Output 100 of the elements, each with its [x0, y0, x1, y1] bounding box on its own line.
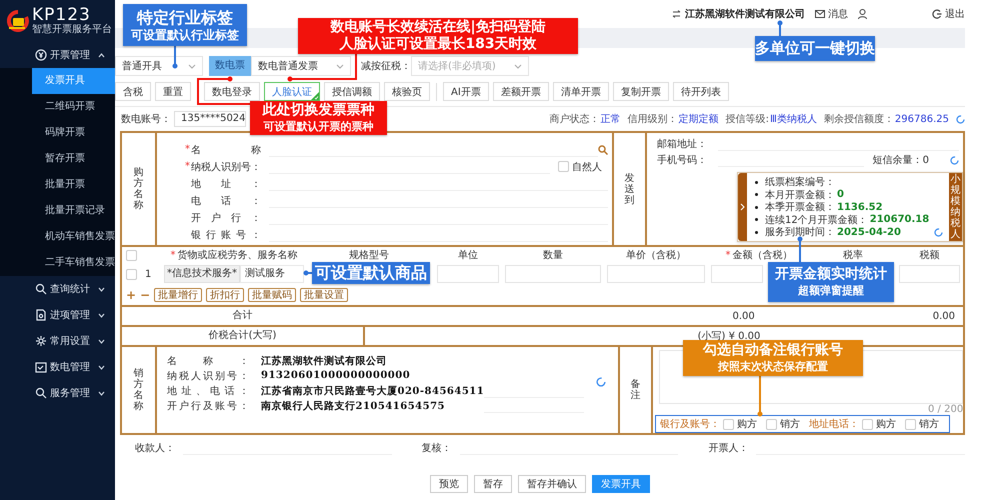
field-label: 开户行及账号：	[167, 400, 249, 412]
category-tag: *信息技术服务*	[164, 265, 240, 283]
field-label: 复核：	[422, 442, 452, 455]
menu-item[interactable]: 批量开票记录	[0, 198, 115, 224]
refresh-icon[interactable]	[950, 156, 959, 164]
field-value: 江苏省南京市只民路壹号大厦020-84564511	[261, 384, 484, 398]
toolbar-button[interactable]: 重置	[155, 82, 191, 101]
menu-group[interactable]: 开票管理	[0, 42, 115, 68]
bullet-icon	[755, 180, 758, 184]
column-header: 税率	[843, 248, 863, 262]
mode-select[interactable]: 普通开具	[115, 56, 203, 76]
toolbar-button[interactable]: 人脸认证	[264, 82, 320, 101]
checkbox[interactable]	[126, 268, 137, 280]
bullet-icon	[755, 230, 758, 234]
mail-icon	[815, 10, 825, 18]
batch-button[interactable]: 批量赋码	[248, 288, 296, 302]
account-field[interactable]: 135****5024	[174, 111, 246, 127]
menu-group[interactable]: 查询统计	[0, 276, 115, 302]
checkbox[interactable]	[862, 418, 874, 430]
search-icon[interactable]	[598, 144, 608, 154]
input-field[interactable]	[437, 265, 499, 283]
stat-label: 服务到期时间：	[765, 226, 835, 240]
toolbar-button[interactable]: 待开列表	[672, 82, 729, 101]
input-field[interactable]	[505, 265, 601, 283]
option-label: 地址电话：	[809, 418, 860, 431]
toolbar-button[interactable]: 授信调额	[324, 82, 380, 101]
callout-title: 此处切换发票票种	[262, 102, 374, 120]
field-label: 纳税人识别号：	[191, 160, 261, 174]
callout-subtitle: 可设置默认行业标签	[131, 28, 239, 42]
menu-item[interactable]: 批量开票	[0, 172, 115, 198]
checkbox[interactable]	[905, 418, 916, 430]
total-amount: 0.00	[732, 310, 755, 322]
toolbar-button[interactable]: AI开票	[443, 82, 489, 101]
batch-button[interactable]: 批量增行	[154, 288, 202, 302]
option-label: 银行及账号：	[660, 418, 720, 431]
invoice-type-select[interactable]: 数电普通发票	[251, 56, 351, 76]
toolbar-button[interactable]: 差额开票	[492, 82, 549, 101]
action-button[interactable]: 暂存并确认	[518, 475, 586, 493]
stat-value: 210670.18	[870, 214, 930, 226]
batch-button[interactable]: 折扣行	[206, 288, 244, 302]
logo-icon	[7, 10, 29, 32]
callout-title: 特定行业标签	[137, 8, 233, 28]
field-label: 邮箱地址：	[657, 138, 707, 151]
bullet-icon	[755, 206, 758, 209]
expand-tab[interactable]	[738, 173, 747, 241]
checkbox[interactable]	[558, 161, 569, 172]
status-link[interactable]: 定期定额	[678, 112, 719, 126]
logout-icon	[932, 9, 942, 19]
callout-subtitle: 人脸认证可设置最长183天时效	[339, 36, 537, 54]
callout-title: 可设置默认商品	[315, 263, 427, 283]
checkbox-label: 销方	[780, 418, 800, 431]
input-field[interactable]	[607, 265, 705, 283]
menu-group[interactable]: 数电管理	[0, 354, 115, 380]
gear-icon	[35, 335, 47, 347]
logout-link[interactable]: 退出	[932, 7, 965, 21]
checkbox[interactable]	[766, 418, 778, 430]
user-icon[interactable]	[858, 9, 867, 19]
status-link[interactable]: 296786.25	[894, 114, 949, 124]
checkbox[interactable]	[723, 418, 734, 430]
menu-group[interactable]: 服务管理	[0, 380, 115, 406]
switch-icon[interactable]	[672, 10, 681, 18]
refresh-icon[interactable]	[596, 377, 606, 387]
menu-item[interactable]: 二维码开票	[0, 94, 115, 120]
field-label: 减按征税：	[361, 60, 411, 73]
menu-item[interactable]: 机动车销售发票	[0, 224, 115, 250]
field-label: 名称：	[167, 354, 249, 368]
menu-group[interactable]: 进项管理	[0, 302, 115, 328]
action-button[interactable]: 预览	[430, 475, 468, 493]
toolbar-button[interactable]: 数电登录	[204, 82, 260, 101]
remove-row-button[interactable]: −	[140, 288, 150, 302]
menu-item[interactable]: 暂存开票	[0, 146, 115, 172]
messages-link[interactable]: 消息	[815, 7, 848, 21]
input-field[interactable]	[899, 265, 960, 283]
toolbar-button[interactable]: 清单开票	[552, 82, 609, 101]
company-name: 江苏黑湖软件测试有限公司	[685, 8, 805, 21]
status-link[interactable]: 正常	[600, 112, 621, 126]
stat-value: 1136.52	[837, 202, 883, 213]
add-row-button[interactable]: +	[126, 288, 136, 302]
stat-value: 0	[837, 189, 844, 200]
menu-group[interactable]: 常用设置	[0, 328, 115, 354]
menu-item[interactable]: 二手车销售发票	[0, 250, 115, 276]
checkbox-label: 购方	[737, 418, 758, 431]
stat-label: 本季开票金额：	[765, 200, 835, 214]
item-name-field[interactable]: 测试服务	[240, 265, 304, 283]
field-label: 收款人：	[135, 442, 175, 455]
toolbar-button[interactable]: 核验页	[384, 82, 430, 101]
toolbar-button[interactable]: 含税	[115, 82, 151, 101]
input-field[interactable]	[711, 265, 763, 283]
refresh-icon[interactable]	[934, 228, 943, 237]
column-header: 单价（含税）	[626, 248, 686, 262]
checkbox[interactable]	[126, 250, 137, 260]
menu-item[interactable]: 码牌开票	[0, 120, 115, 146]
refresh-icon[interactable]	[956, 114, 965, 124]
calendar-icon	[35, 361, 47, 373]
status-link[interactable]: Ⅲ类纳税人	[770, 112, 817, 126]
batch-button[interactable]: 批量设置	[300, 288, 348, 302]
action-button[interactable]: 暂存	[474, 475, 512, 493]
checkbox-label: 购方	[876, 418, 896, 431]
toolbar-button[interactable]: 复制开票	[612, 82, 669, 101]
field-label: 纳税人识别号：	[167, 370, 249, 382]
